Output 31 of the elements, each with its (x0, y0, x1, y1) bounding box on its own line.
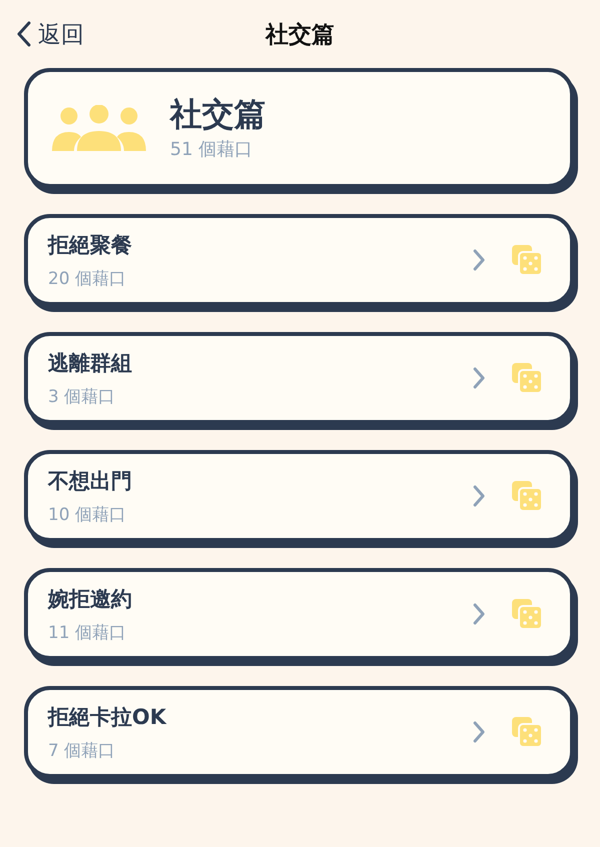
excuse-count: 3 個藉口 (48, 386, 116, 408)
dice-button[interactable] (512, 245, 542, 275)
dice-button[interactable] (512, 363, 542, 393)
chevron-right-icon (472, 602, 486, 626)
back-button[interactable]: 返回 (12, 14, 88, 54)
dice-icon (512, 717, 542, 747)
people-icon (52, 105, 146, 151)
back-chevron-icon (16, 21, 32, 47)
subcategory-title: 拒絕聚餐 (48, 232, 133, 258)
excuse-count: 7 個藉口 (48, 740, 116, 762)
subcategory-title: 不想出門 (48, 468, 133, 494)
chevron-right-icon (472, 484, 486, 508)
page-title: 社交篇 (266, 20, 334, 50)
subcategory-title: 拒絕卡拉OK (48, 704, 168, 730)
excuse-count: 51 個藉口 (170, 138, 254, 162)
dice-icon (512, 481, 542, 511)
excuse-count: 20 個藉口 (48, 268, 128, 290)
chevron-right-icon (472, 248, 486, 272)
excuse-count: 11 個藉口 (48, 622, 128, 644)
dice-button[interactable] (512, 717, 542, 747)
subcategory-title: 婉拒邀約 (48, 586, 133, 612)
chevron-right-icon (472, 720, 486, 744)
chevron-right-icon (472, 366, 486, 390)
dice-button[interactable] (512, 599, 542, 629)
category-title: 社交篇 (170, 94, 266, 134)
excuse-count: 10 個藉口 (48, 504, 128, 526)
dice-icon (512, 363, 542, 393)
dice-icon (512, 245, 542, 275)
dice-button[interactable] (512, 481, 542, 511)
subcategory-title: 逃離群組 (48, 350, 133, 376)
dice-icon (512, 599, 542, 629)
